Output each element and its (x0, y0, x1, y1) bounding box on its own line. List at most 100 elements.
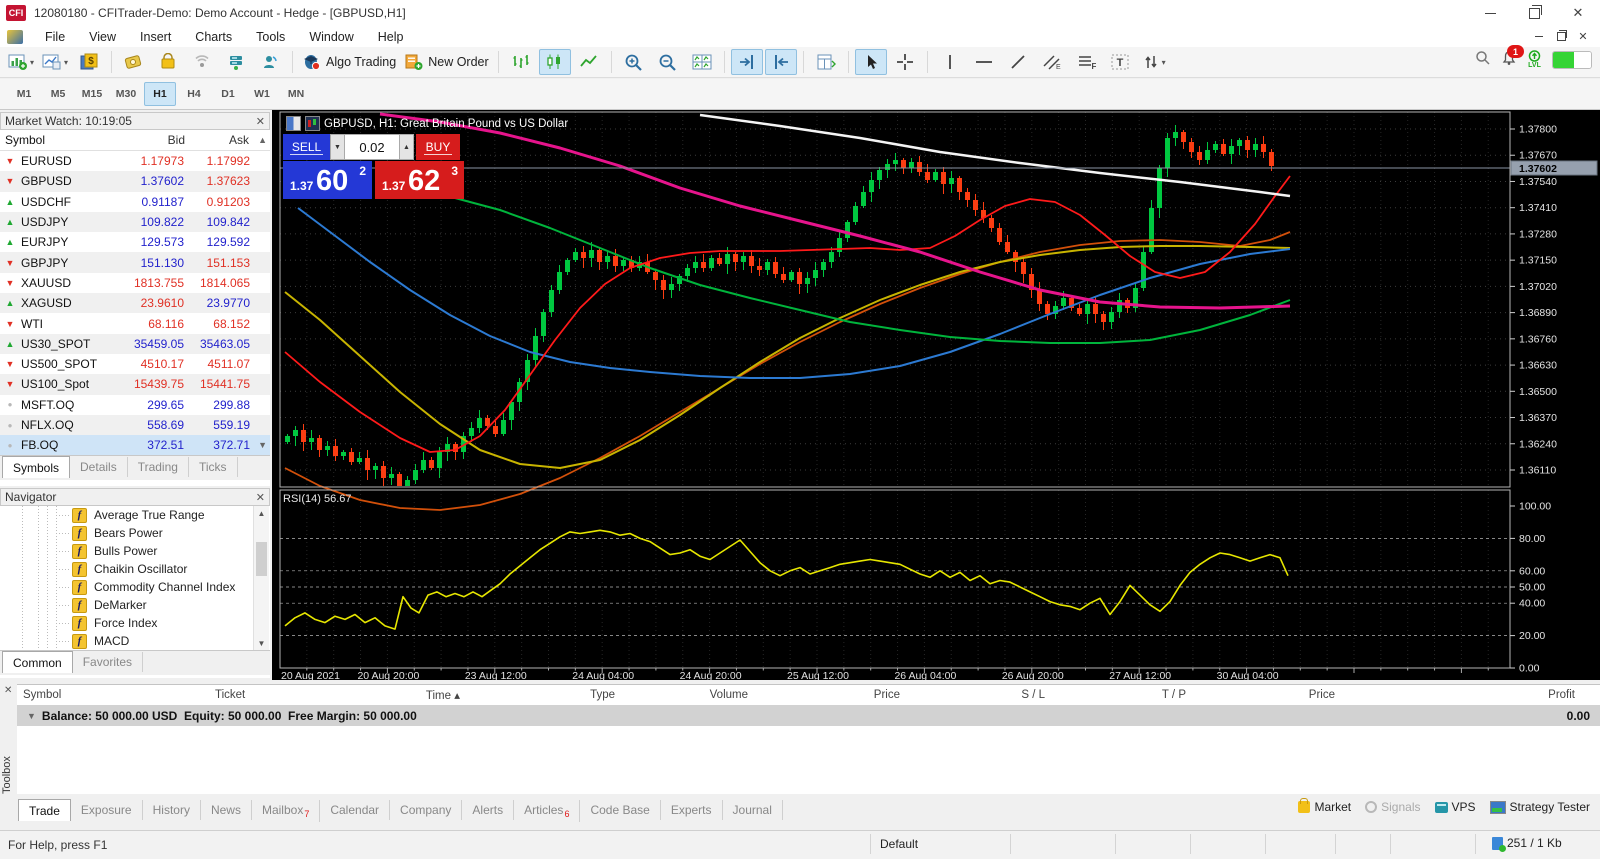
navigator-item-bulls-power[interactable]: fBulls Power (0, 542, 270, 560)
vps-button[interactable]: VPS (1435, 800, 1476, 814)
chevron-down-icon[interactable]: ▾ (64, 58, 68, 67)
column-bid[interactable]: Bid (124, 133, 190, 147)
scrollbar-thumb[interactable] (256, 542, 267, 576)
timeframe-m1[interactable]: M1 (8, 82, 40, 106)
zoom-out-button[interactable] (652, 49, 684, 75)
new-order-button[interactable]: New Order (401, 49, 491, 75)
market-watch-row[interactable]: ▼WTI68.11668.152 (0, 313, 270, 333)
market-watch-toggle-button[interactable]: $ (73, 49, 105, 75)
horizontal-line-button[interactable] (968, 49, 1000, 75)
trendline-button[interactable] (1002, 49, 1034, 75)
lvl-icon[interactable]: LVL (1527, 50, 1542, 69)
buy-price-panel[interactable]: 1.37 62 3 (375, 161, 464, 199)
vertical-line-button[interactable] (934, 49, 966, 75)
toolbox-tab-alerts[interactable]: Alerts (462, 800, 514, 820)
depth-of-market-icon[interactable] (286, 116, 301, 131)
toolbox-column-tp[interactable]: T / P (1051, 689, 1192, 701)
market-watch-row[interactable]: ▼GBPJPY151.130151.153 (0, 252, 270, 272)
tab-common[interactable]: Common (2, 651, 73, 673)
toolbox-tab-experts[interactable]: Experts (661, 800, 723, 820)
zoom-in-button[interactable] (618, 49, 650, 75)
signals-button[interactable]: Signals (1365, 800, 1420, 814)
arrows-tool-button[interactable]: ▾ (1138, 49, 1170, 75)
line-mode-button[interactable] (573, 49, 605, 75)
search-icon[interactable] (1475, 50, 1491, 69)
market-watch-row[interactable]: ●FB.OQ372.51372.71▼ (0, 435, 270, 455)
notifications-icon[interactable]: 1 (1501, 50, 1517, 69)
volume-down-icon[interactable]: ▼ (330, 134, 345, 160)
navigator-item-bears-power[interactable]: fBears Power (0, 524, 270, 542)
sell-price-panel[interactable]: 1.37 60 2 (283, 161, 372, 199)
bars-mode-button[interactable] (505, 49, 537, 75)
tab-symbols[interactable]: Symbols (2, 456, 70, 478)
community-button[interactable] (254, 49, 286, 75)
market-watch-row[interactable]: ●MSFT.OQ299.65299.88 (0, 395, 270, 415)
market-store-button[interactable] (152, 49, 184, 75)
deposit-button[interactable] (118, 49, 150, 75)
algo-trading-button[interactable]: Algo Trading (299, 49, 399, 75)
equidistant-channel-button[interactable]: E (1036, 49, 1068, 75)
scroll-down-icon[interactable]: ▼ (258, 440, 270, 450)
navigator-item-force-index[interactable]: fForce Index (0, 614, 270, 632)
menu-file[interactable]: File (33, 28, 77, 46)
market-watch-row[interactable]: ▼XAUUSD1813.7551814.065 (0, 273, 270, 293)
toolbox-tab-history[interactable]: History (143, 800, 201, 820)
column-symbol[interactable]: Symbol (0, 133, 124, 147)
timeframe-d1[interactable]: D1 (212, 82, 244, 106)
chevron-down-icon[interactable]: ▾ (30, 58, 34, 67)
market-watch-row[interactable]: ▲EURJPY129.573129.592 (0, 232, 270, 252)
navigator-item-demarker[interactable]: fDeMarker (0, 596, 270, 614)
market-watch-row[interactable]: ▲XAGUSD23.961023.9770 (0, 293, 270, 313)
navigator-item-macd[interactable]: fMACD (0, 632, 270, 650)
navigator-item-average-true-range[interactable]: fAverage True Range (0, 506, 270, 524)
tab-ticks[interactable]: Ticks (189, 457, 238, 477)
toolbox-column-sl[interactable]: S / L (906, 689, 1051, 701)
timeframe-h4[interactable]: H4 (178, 82, 210, 106)
toolbox-column-volume[interactable]: Volume (621, 689, 754, 701)
crosshair-button[interactable] (889, 49, 921, 75)
market-watch-row[interactable]: ▲USDCHF0.911870.91203 (0, 192, 270, 212)
toolbox-tab-exposure[interactable]: Exposure (71, 800, 143, 820)
tab-details[interactable]: Details (70, 457, 128, 477)
cursor-button[interactable] (855, 49, 887, 75)
market-watch-row[interactable]: ▼GBPUSD1.376021.37623 (0, 171, 270, 191)
menu-insert[interactable]: Insert (128, 28, 183, 46)
timeframe-mn[interactable]: MN (280, 82, 312, 106)
status-profile[interactable]: Default (880, 837, 918, 851)
toolbox-column-profit[interactable]: Profit (1341, 689, 1581, 701)
data-window-button[interactable] (810, 49, 842, 75)
signals-store-button[interactable] (186, 49, 218, 75)
market-watch-row[interactable]: ▲US30_SPOT35459.0535463.05 (0, 334, 270, 354)
fibonacci-button[interactable]: F (1070, 49, 1102, 75)
auto-scroll-button[interactable] (731, 49, 763, 75)
market-watch-row[interactable]: ●NFLX.OQ558.69559.19 (0, 415, 270, 435)
buy-button[interactable]: BUY (416, 134, 460, 160)
market-watch-close-icon[interactable]: ✕ (256, 115, 265, 128)
menu-window[interactable]: Window (297, 28, 365, 46)
toolbox-tab-mailbox[interactable]: Mailbox7 (252, 800, 320, 822)
scroll-up-icon[interactable]: ▲ (254, 506, 269, 520)
vps-cloud-button[interactable] (220, 49, 252, 75)
menu-charts[interactable]: Charts (183, 28, 244, 46)
timeframe-m30[interactable]: M30 (110, 82, 142, 106)
navigator-scrollbar[interactable]: ▲ ▼ (253, 506, 269, 650)
minimize-button[interactable] (1468, 1, 1512, 25)
toolbox-tab-code-base[interactable]: Code Base (580, 800, 660, 820)
collapse-icon[interactable]: ▼ (27, 711, 36, 721)
toolbox-tab-calendar[interactable]: Calendar (320, 800, 390, 820)
toolbox-tab-news[interactable]: News (201, 800, 252, 820)
column-ask[interactable]: Ask (190, 133, 254, 147)
tab-favorites[interactable]: Favorites (73, 652, 143, 672)
sell-button[interactable]: SELL (283, 134, 330, 160)
toolbox-column-ticket[interactable]: Ticket (209, 689, 309, 701)
market-watch-row[interactable]: ▲USDJPY109.822109.842 (0, 212, 270, 232)
menu-tools[interactable]: Tools (244, 28, 297, 46)
timeframe-h1[interactable]: H1 (144, 82, 176, 106)
restore-button[interactable] (1512, 1, 1556, 25)
chart-area[interactable]: 1.378001.376701.375401.374101.372801.371… (272, 110, 1600, 680)
text-tool-button[interactable]: T (1104, 49, 1136, 75)
menu-help[interactable]: Help (366, 28, 416, 46)
mdi-minimize-button[interactable] (1528, 29, 1550, 45)
market-watch-row[interactable]: ▼US100_Spot15439.7515441.75 (0, 374, 270, 394)
volume-up-icon[interactable]: ▲ (399, 134, 414, 160)
